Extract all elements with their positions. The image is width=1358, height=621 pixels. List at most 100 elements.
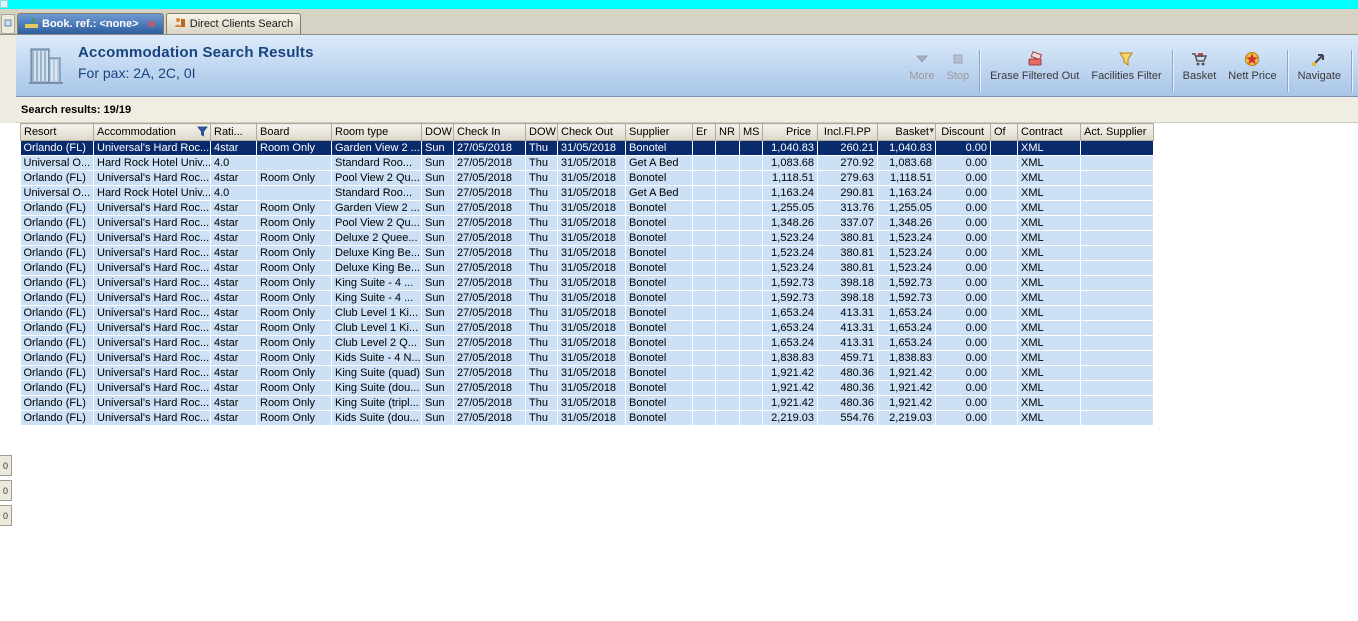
side-tab-2[interactable]: 0 [0,480,12,501]
clients-icon [174,17,186,31]
column-header-supplier-9[interactable]: Supplier [625,123,693,141]
navigate-icon [1310,50,1328,68]
nett-price-button[interactable]: Nett Price [1222,48,1282,84]
cell: 27/05/2018 [453,155,526,171]
page-title: Accommodation Search Results [78,44,314,61]
table-row[interactable]: Orlando (FL) Universal's Hard Roc... 4star… [20,170,1154,186]
table-row[interactable]: Orlando (FL) Universal's Hard Roc... 4star… [20,350,1154,366]
cell: 1,523.24 [762,245,818,261]
column-header-of-17[interactable]: Of [990,123,1018,141]
tab-direct-clients-search[interactable]: Direct Clients Search [165,13,302,34]
column-header-nr-11[interactable]: NR [715,123,740,141]
column-header-rati-2[interactable]: Rati... [210,123,257,141]
table-row[interactable]: Orlando (FL) Universal's Hard Roc... 4star… [20,230,1154,246]
table-row[interactable]: Orlando (FL) Universal's Hard Roc... 4star… [20,365,1154,381]
table-row[interactable]: Orlando (FL) Universal's Hard Roc... 4star… [20,410,1154,426]
column-header-check-out-8[interactable]: Check Out [557,123,626,141]
tab-label: Direct Clients Search [189,18,294,30]
tab-booking-ref[interactable]: Book. ref.: <none> ✕ [17,13,164,34]
tab-scroll-button[interactable] [1,14,15,34]
stop-button[interactable]: Stop [940,48,975,84]
cell: Thu [525,380,558,396]
cell: Orlando (FL) [20,275,94,291]
column-header-dow-5[interactable]: DOW [421,123,454,141]
cell: Sun [421,320,454,336]
facilities-filter-button[interactable]: Facilities Filter [1085,48,1167,84]
cell: Orlando (FL) [20,395,94,411]
table-row[interactable]: Orlando (FL) Universal's Hard Roc... 4star… [20,290,1154,306]
cell: 31/05/2018 [557,275,626,291]
column-header-resort-0[interactable]: Resort [20,123,94,141]
cell: 0.00 [935,155,991,171]
table-row[interactable]: Orlando (FL) Universal's Hard Roc... 4star… [20,215,1154,231]
cell: XML [1017,260,1081,276]
cell: XML [1017,245,1081,261]
cell [715,185,740,201]
cell: XML [1017,320,1081,336]
cell: 1,523.24 [762,230,818,246]
column-header-basket-15[interactable]: Basket ▾ [877,123,936,141]
column-header-label: Check In [457,126,501,138]
cell: Club Level 1 Ki... [331,305,422,321]
column-header-dow-7[interactable]: DOW [525,123,558,141]
cell: Orlando (FL) [20,140,94,156]
cell: 0.00 [935,410,991,426]
table-row[interactable]: Orlando (FL) Universal's Hard Roc... 4star… [20,305,1154,321]
column-header-ms-12[interactable]: MS [739,123,763,141]
side-tab-3[interactable]: 0 [0,505,12,526]
cell: 1,163.24 [877,185,936,201]
cell [1080,410,1154,426]
more-button[interactable]: More [903,48,940,84]
table-row[interactable]: Orlando (FL) Universal's Hard Roc... 4star… [20,275,1154,291]
cell: 1,838.83 [877,350,936,366]
column-header-act-supplier-19[interactable]: Act. Supplier [1080,123,1154,141]
table-row[interactable]: Universal O... Hard Rock Hotel Univ... 4.0… [20,155,1154,171]
cell [739,260,763,276]
tab-close-icon[interactable]: ✕ [147,18,156,31]
cell: 31/05/2018 [557,185,626,201]
cell [692,230,716,246]
column-header-check-in-6[interactable]: Check In [453,123,526,141]
cell: Bonotel [625,320,693,336]
nett-price-icon [1243,50,1261,68]
column-header-er-10[interactable]: Er [692,123,716,141]
cell [1080,200,1154,216]
table-row[interactable]: Orlando (FL) Universal's Hard Roc... 4star… [20,140,1154,156]
table-row[interactable]: Orlando (FL) Universal's Hard Roc... 4star… [20,320,1154,336]
cell [739,155,763,171]
basket-sort-icon[interactable]: ▾ [929,125,934,136]
column-header-incl-fl-pp-14[interactable]: Incl.Fl.PP [817,123,878,141]
table-row[interactable]: Universal O... Hard Rock Hotel Univ... 4.0… [20,185,1154,201]
column-header-discount-16[interactable]: Discount [935,123,991,141]
column-header-contract-18[interactable]: Contract [1017,123,1081,141]
cell [990,170,1018,186]
column-header-room-type-4[interactable]: Room type [331,123,422,141]
column-header-board-3[interactable]: Board [256,123,332,141]
table-row[interactable]: Orlando (FL) Universal's Hard Roc... 4star… [20,335,1154,351]
table-row[interactable]: Orlando (FL) Universal's Hard Roc... 4star… [20,260,1154,276]
table-row[interactable]: Orlando (FL) Universal's Hard Roc... 4star… [20,245,1154,261]
erase-filtered-out-button[interactable]: Erase Filtered Out [984,48,1085,84]
cell [715,260,740,276]
cell: 4star [210,230,257,246]
cell: Universal's Hard Roc... [93,260,211,276]
cell: Orlando (FL) [20,200,94,216]
cell: Thu [525,275,558,291]
cell: Orlando (FL) [20,380,94,396]
cell: Room Only [256,275,332,291]
table-row[interactable]: Orlando (FL) Universal's Hard Roc... 4star… [20,395,1154,411]
cell: 0.00 [935,320,991,336]
cell [1080,170,1154,186]
cell: 279.63 [817,170,878,186]
navigate-button[interactable]: Navigate [1292,48,1347,84]
cell [1080,140,1154,156]
table-row[interactable]: Orlando (FL) Universal's Hard Roc... 4star… [20,380,1154,396]
accommodation-filter-icon[interactable] [197,126,208,140]
column-header-price-13[interactable]: Price [762,123,818,141]
table-row[interactable]: Orlando (FL) Universal's Hard Roc... 4star… [20,200,1154,216]
cell [692,215,716,231]
side-tab-1[interactable]: 0 [0,455,12,476]
cell: 2,219.03 [877,410,936,426]
column-header-accommodation-1[interactable]: Accommodation [93,123,211,141]
basket-button[interactable]: Basket [1177,48,1223,84]
